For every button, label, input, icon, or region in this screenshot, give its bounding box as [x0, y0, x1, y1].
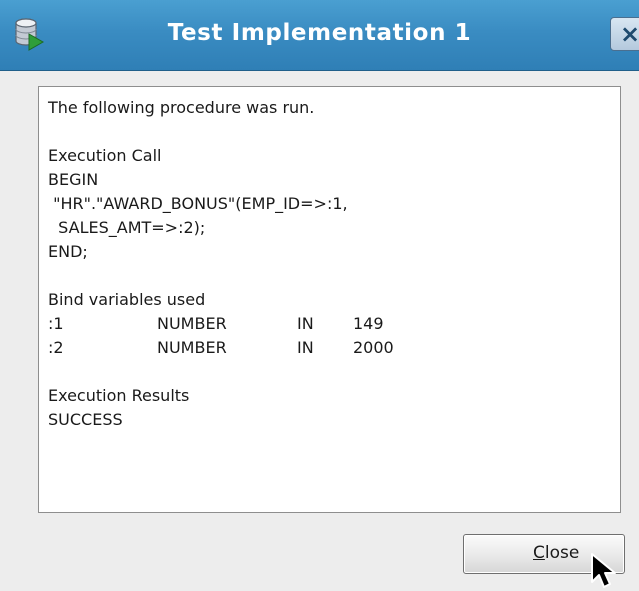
database-run-icon — [15, 18, 45, 51]
close-button-label: Close — [533, 543, 579, 563]
bind-variable-row: :2 NUMBER IN 2000 — [48, 336, 620, 360]
bind-variables-heading: Bind variables used — [48, 290, 206, 309]
execution-results-heading: Execution Results — [48, 386, 190, 405]
test-implementation-dialog: Test Implementation 1 × The following pr… — [0, 0, 639, 591]
mouse-pointer-icon — [591, 553, 616, 588]
execution-call-heading: Execution Call — [48, 146, 162, 165]
bind-variable-name: :2 — [48, 338, 64, 357]
code-line: END; — [48, 242, 88, 261]
window-close-button[interactable]: × — [610, 17, 639, 51]
dialog-title: Test Implementation 1 — [167, 20, 472, 46]
code-line: "HR"."AWARD_BONUS"(EMP_ID=>:1, — [48, 194, 348, 213]
code-line: BEGIN — [48, 170, 99, 189]
close-label-rest: lose — [544, 543, 580, 563]
close-icon: × — [620, 20, 639, 48]
code-line: SALES_AMT=>:2); — [48, 218, 206, 237]
bind-variable-value: 149 — [353, 314, 384, 333]
bind-variable-value: 2000 — [353, 338, 394, 357]
bind-variable-type: NUMBER — [157, 338, 227, 357]
bind-variable-type: NUMBER — [157, 314, 227, 333]
execution-output-panel: The following procedure was run. Executi… — [38, 86, 621, 513]
bind-variable-row: :1 NUMBER IN 149 — [48, 312, 620, 336]
bind-variable-name: :1 — [48, 314, 64, 333]
bind-variable-mode: IN — [297, 338, 314, 357]
intro-text: The following procedure was run. — [48, 98, 315, 117]
bind-variable-mode: IN — [297, 314, 314, 333]
title-bar[interactable]: Test Implementation 1 × — [0, 0, 639, 71]
close-mnemonic: C — [533, 543, 545, 563]
execution-result-status: SUCCESS — [48, 410, 123, 429]
